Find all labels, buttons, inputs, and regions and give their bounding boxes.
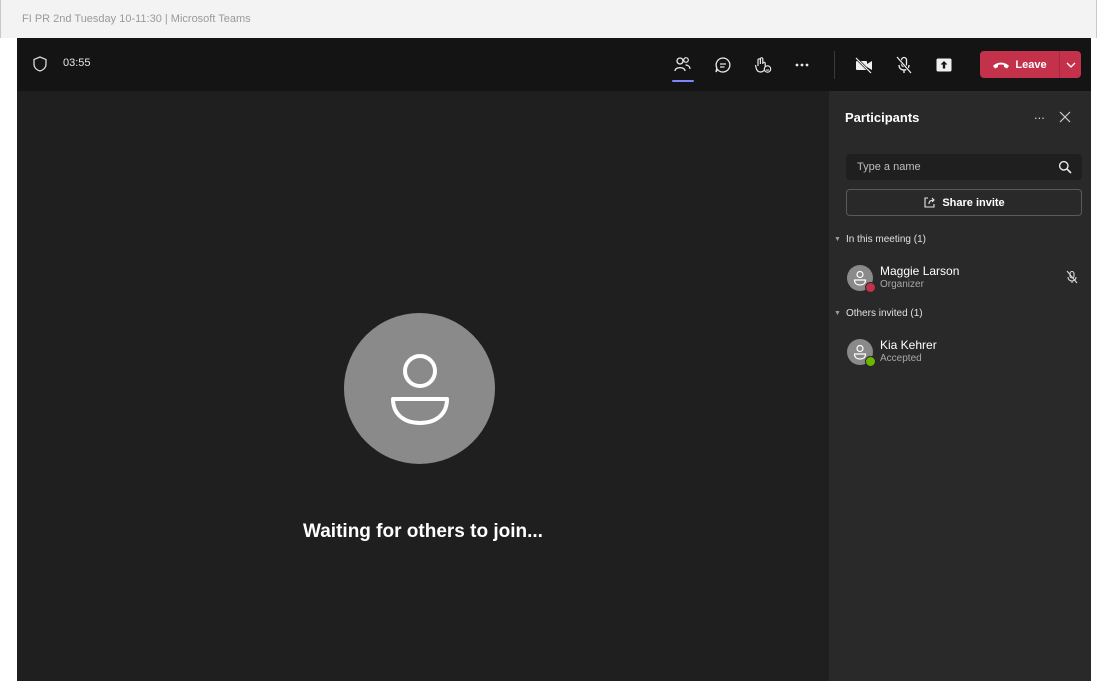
- waiting-message: Waiting for others to join...: [303, 521, 543, 542]
- participant-row[interactable]: Kia Kehrer Accepted: [847, 338, 1083, 368]
- chat-icon: [715, 57, 731, 73]
- active-tab-indicator: [672, 80, 694, 82]
- teams-meeting-window: 03:55 Leave Waiting for others to join..…: [17, 38, 1091, 681]
- share-invite-button[interactable]: Share invite: [846, 189, 1082, 216]
- more-icon: [795, 63, 809, 67]
- meeting-timer: 03:55: [63, 57, 91, 69]
- avatar: [344, 313, 495, 464]
- panel-more-button[interactable]: ...: [1034, 107, 1045, 122]
- section-label: In this meeting (1): [845, 234, 926, 245]
- status-badge: [865, 282, 876, 293]
- mic-off-icon: [896, 56, 912, 74]
- share-icon: [924, 197, 936, 208]
- meeting-stage: Waiting for others to join...: [17, 91, 829, 681]
- search-icon: [1058, 160, 1072, 174]
- caret-down-icon: ▼: [834, 236, 841, 243]
- leave-label: Leave: [1015, 58, 1047, 71]
- toolbar-divider: [834, 51, 835, 79]
- participant-name: Kia Kehrer: [880, 338, 937, 352]
- reactions-icon: [754, 57, 772, 73]
- chevron-down-icon: [1066, 62, 1075, 68]
- camera-off-icon: [855, 57, 872, 74]
- chat-button[interactable]: [710, 52, 736, 78]
- panel-title: Participants: [845, 110, 920, 125]
- caret-down-icon: ▼: [834, 310, 841, 317]
- leave-options-button[interactable]: [1060, 51, 1081, 78]
- section-in-meeting[interactable]: ▼ In this meeting (1): [834, 234, 926, 245]
- participant-search-input[interactable]: [846, 154, 1082, 180]
- share-invite-label: Share invite: [942, 196, 1005, 209]
- more-options-button[interactable]: [789, 52, 815, 78]
- leave-button[interactable]: Leave: [980, 51, 1081, 78]
- section-label: Others invited (1): [845, 308, 923, 319]
- status-badge: [865, 356, 876, 367]
- people-icon: [674, 57, 691, 72]
- section-others-invited[interactable]: ▼ Others invited (1): [834, 308, 923, 319]
- mic-toggle-button[interactable]: [891, 52, 917, 78]
- participant-name: Maggie Larson: [880, 264, 960, 278]
- participants-panel: Participants ... Share invite ▼ In this …: [829, 91, 1091, 681]
- shield-icon: [33, 56, 47, 72]
- camera-toggle-button[interactable]: [851, 52, 877, 78]
- meeting-toolbar: 03:55 Leave: [17, 38, 1091, 91]
- participant-row[interactable]: Maggie Larson Organizer: [847, 264, 1083, 294]
- people-button[interactable]: [669, 52, 695, 82]
- reactions-button[interactable]: [750, 52, 776, 78]
- share-screen-button[interactable]: [931, 52, 957, 78]
- mic-off-icon[interactable]: [1065, 270, 1079, 284]
- hang-up-icon: [993, 62, 1010, 68]
- participant-role: Accepted: [880, 353, 922, 364]
- leave-main[interactable]: Leave: [980, 51, 1059, 78]
- participant-role: Organizer: [880, 279, 924, 290]
- close-icon[interactable]: [1059, 111, 1071, 123]
- person-icon: [390, 353, 449, 425]
- share-screen-icon: [936, 58, 952, 72]
- window-title-bar: FI PR 2nd Tuesday 10-11:30 | Microsoft T…: [0, 0, 1097, 38]
- window-title: FI PR 2nd Tuesday 10-11:30 | Microsoft T…: [22, 13, 251, 25]
